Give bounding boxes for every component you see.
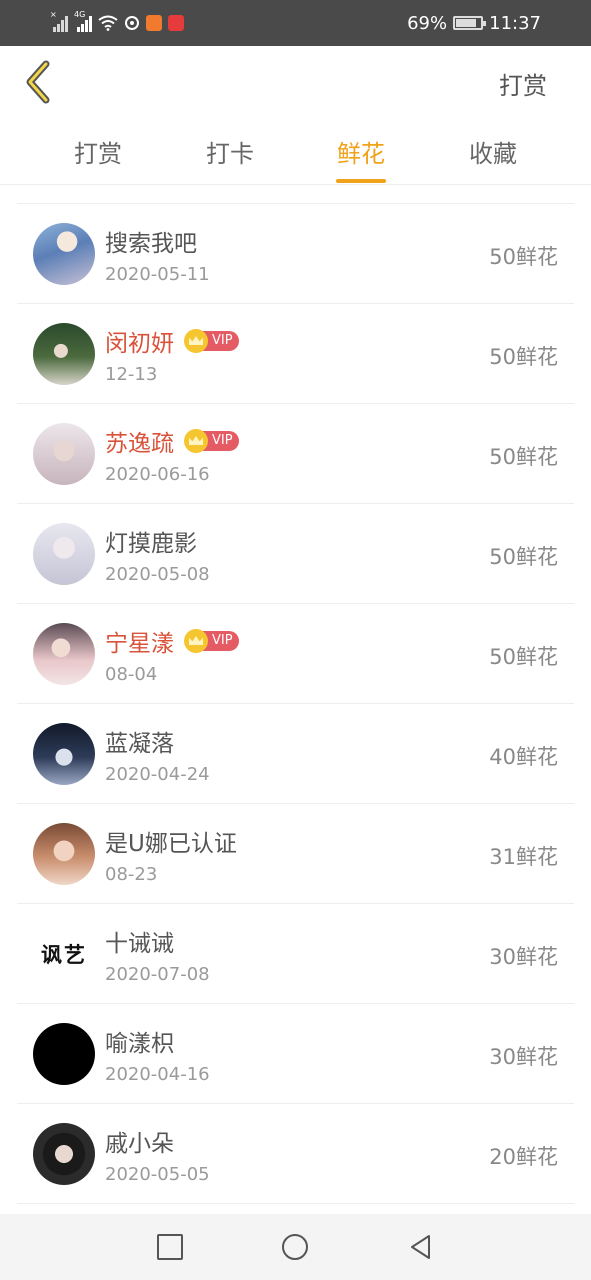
user-name: 戚小朵	[105, 1131, 174, 1157]
list-item[interactable]: 灯摸鹿影 2020-05-08 50鲜花	[17, 504, 574, 604]
user-name: 灯摸鹿影	[105, 531, 197, 557]
avatar[interactable]	[33, 1023, 95, 1085]
flower-amount: 31鲜花	[489, 845, 558, 869]
recent-apps-icon[interactable]	[157, 1234, 183, 1260]
item-date: 2020-05-11	[105, 264, 210, 285]
signal-icon: ×	[50, 10, 68, 32]
avatar[interactable]: 讽艺	[33, 923, 95, 985]
list-item[interactable]: 讽艺 十诫诫 2020-07-08 30鲜花	[17, 904, 574, 1004]
vip-badge: VIP	[184, 429, 239, 453]
list-item[interactable]: 搜索我吧 2020-05-11 50鲜花	[17, 204, 574, 304]
status-icons-right: 69% 11:37	[407, 12, 541, 34]
header: 打赏	[0, 46, 591, 120]
flower-amount: 50鲜花	[489, 445, 558, 469]
flower-amount: 50鲜花	[489, 245, 558, 269]
user-name: 闵初妍	[105, 331, 174, 357]
avatar[interactable]	[33, 423, 95, 485]
list-item[interactable]: 喻漾枳 2020-04-16 30鲜花	[17, 1004, 574, 1104]
flower-amount: 50鲜花	[489, 545, 558, 569]
signal-4g-icon: 4G	[74, 10, 92, 32]
user-name: 苏逸疏	[105, 431, 174, 457]
flower-amount: 50鲜花	[489, 345, 558, 369]
flower-amount: 40鲜花	[489, 745, 558, 769]
back-triangle-icon[interactable]	[408, 1234, 434, 1260]
crown-icon	[184, 629, 208, 653]
flower-amount: 50鲜花	[489, 645, 558, 669]
crown-icon	[184, 429, 208, 453]
list-item[interactable]: 戚小朵 2020-05-05 20鲜花	[17, 1104, 574, 1204]
item-date: 12-13	[105, 364, 158, 385]
item-date: 2020-04-24	[105, 764, 210, 785]
list-item[interactable]: 苏逸疏 VIP 2020-06-16 50鲜花	[17, 404, 574, 504]
tab-reward[interactable]: 打赏	[58, 134, 138, 169]
item-date: 2020-05-05	[105, 1164, 210, 1185]
user-name: 搜索我吧	[105, 231, 197, 257]
list-item[interactable]: 是U娜已认证 08-23 31鲜花	[17, 804, 574, 904]
user-name: 宁星漾	[105, 631, 174, 657]
user-name: 十诫诫	[105, 931, 174, 957]
item-date: 2020-07-08	[105, 964, 210, 985]
video-app-icon	[146, 15, 162, 31]
flower-amount: 30鲜花	[489, 945, 558, 969]
avatar[interactable]	[33, 623, 95, 685]
item-date: 2020-04-16	[105, 1064, 210, 1085]
home-icon[interactable]	[282, 1234, 308, 1260]
list-item[interactable]: 闵初妍 VIP 12-13 50鲜花	[17, 304, 574, 404]
vip-badge: VIP	[184, 329, 239, 353]
avatar[interactable]	[33, 323, 95, 385]
item-date: 2020-06-16	[105, 464, 210, 485]
status-bar: × 4G 69% 11:37	[0, 0, 591, 46]
avatar[interactable]	[33, 823, 95, 885]
avatar[interactable]	[33, 523, 95, 585]
avatar-calligraphy-text: 讽艺	[41, 942, 87, 967]
tab-checkin[interactable]: 打卡	[190, 134, 270, 169]
item-date: 08-04	[105, 664, 158, 685]
battery-icon	[453, 16, 487, 30]
list-item[interactable]: 蓝凝落 2020-04-24 40鲜花	[17, 704, 574, 804]
divider	[0, 184, 591, 185]
flower-amount: 20鲜花	[489, 1145, 558, 1169]
system-nav-bar	[0, 1214, 591, 1280]
flower-list: 搜索我吧 2020-05-11 50鲜花 闵初妍 VIP 12-13 50鲜花 …	[17, 203, 574, 1204]
user-name: 喻漾枳	[105, 1031, 174, 1057]
battery-percent: 69%	[407, 12, 448, 34]
flower-amount: 30鲜花	[489, 1045, 558, 1069]
tab-favorites[interactable]: 收藏	[453, 134, 533, 169]
chevron-left-icon[interactable]	[22, 60, 56, 104]
tab-flowers[interactable]: 鲜花	[321, 134, 401, 183]
avatar[interactable]	[33, 223, 95, 285]
crown-icon	[184, 329, 208, 353]
item-date: 2020-05-08	[105, 564, 210, 585]
wifi-icon	[98, 15, 118, 31]
app-badge-icon	[168, 15, 184, 31]
status-icons-left: × 4G	[50, 10, 184, 34]
user-name: 蓝凝落	[105, 731, 174, 757]
user-name: 是U娜已认证	[105, 831, 237, 857]
avatar[interactable]	[33, 1123, 95, 1185]
sync-icon	[125, 16, 139, 30]
clock: 11:37	[489, 12, 541, 34]
tab-bar: 打赏 打卡 鲜花 收藏	[0, 120, 591, 184]
active-tab-indicator	[336, 179, 386, 183]
reward-header-button[interactable]: 打赏	[499, 66, 547, 101]
list-item[interactable]: 宁星漾 VIP 08-04 50鲜花	[17, 604, 574, 704]
tab-flowers-label: 鲜花	[337, 140, 385, 168]
vip-badge: VIP	[184, 629, 239, 653]
avatar[interactable]	[33, 723, 95, 785]
item-date: 08-23	[105, 864, 158, 885]
